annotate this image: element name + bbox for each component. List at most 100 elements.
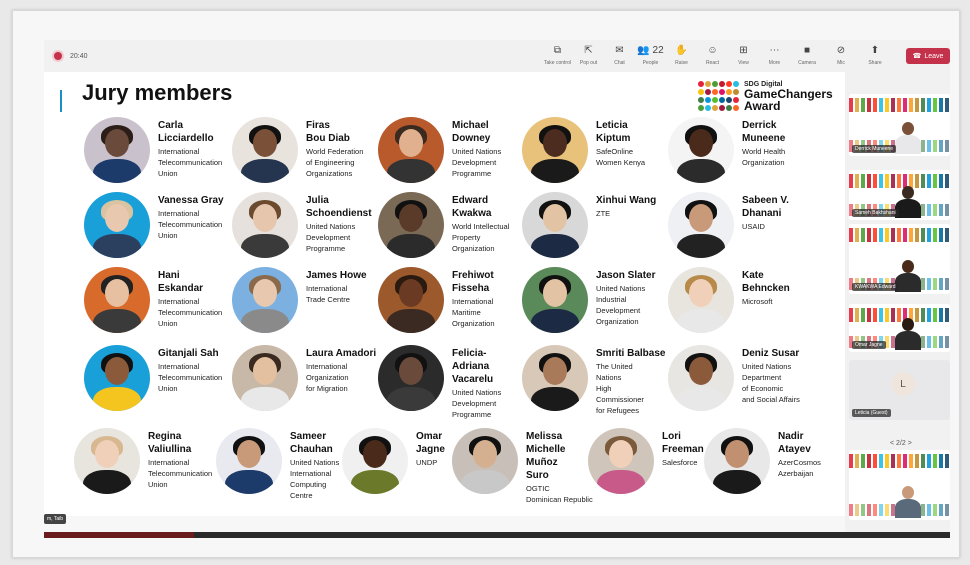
member-photo — [232, 192, 298, 258]
recording-icon — [54, 52, 62, 60]
toolbar-actions: ⧉ Take control ⇱ Pop out ✉ Chat 👥 22 People ✋ Rai… — [542, 45, 892, 66]
toolbar-button-label: Share — [868, 60, 882, 66]
member-photo — [668, 345, 734, 411]
member-photo — [522, 345, 588, 411]
chat-icon: ✉ — [615, 45, 624, 56]
member-name: Deniz Susar — [742, 348, 800, 359]
member-photo — [668, 192, 734, 258]
participant-video — [895, 122, 921, 154]
toolbar-button-label: Raise — [675, 60, 688, 66]
member-name: Smriti Balbase — [596, 348, 666, 359]
logo-title-line2: Award — [744, 99, 781, 113]
award-logo: SDG Digital GameChangers Award — [698, 80, 838, 114]
phone-hangup-icon: ☎ — [912, 53, 922, 60]
toolbar-button-label: More — [768, 60, 781, 66]
member-photo — [378, 192, 444, 258]
participant-tile[interactable]: Sameh Bakhshani — [849, 170, 950, 220]
raise-icon: ✋ — [675, 45, 688, 56]
member-name: James Howe — [306, 270, 367, 281]
toolbar-button-label: People — [642, 60, 659, 66]
toolbar-button-people[interactable]: 👥 22 People — [635, 45, 666, 66]
member-photo — [522, 267, 588, 333]
participant-avatar: L — [891, 372, 915, 396]
member-name: Jason Slater — [596, 270, 656, 281]
member-name: Gitanjali Sah — [158, 348, 219, 359]
member-name: Xinhui Wang — [596, 195, 657, 206]
participant-name: Sameh Bakhshani — [852, 209, 899, 217]
toolbar-button-take-control[interactable]: ⧉ Take control — [542, 45, 573, 66]
participant-name: Omar Jagne — [852, 341, 886, 349]
participant-name: KWAKWA Edward — [852, 283, 899, 291]
toolbar-button-view[interactable]: ⊞ View — [728, 45, 759, 66]
member-photo — [378, 345, 444, 411]
participant-name: Derrick Muneene — [852, 145, 897, 153]
member-name: Derrick Muneene — [742, 120, 786, 144]
member-photo — [704, 428, 770, 494]
participant-tile[interactable] — [849, 450, 950, 520]
member-photo — [232, 267, 298, 333]
member-organization: World Health Organization — [742, 147, 786, 167]
toolbar-button-label: Mic — [837, 60, 845, 66]
more-icon: ⋯ — [769, 45, 780, 56]
participant-gallery: < 2/2 > Derrick Muneene Sameh Bakhshani KW… — [845, 72, 950, 532]
member-name: Vanessa Gray — [158, 195, 224, 206]
member-photo — [668, 267, 734, 333]
member-photo — [84, 192, 150, 258]
take-control-icon: ⧉ — [553, 45, 562, 56]
member-organization: United Nations Department of Economic an… — [742, 362, 800, 404]
toolbar-button-pop-out[interactable]: ⇱ Pop out — [573, 45, 604, 66]
member-photo — [378, 267, 444, 333]
view-icon: ⊞ — [739, 45, 748, 56]
pop-out-icon: ⇱ — [584, 45, 593, 56]
member-photo — [84, 267, 150, 333]
bottom-strip — [44, 532, 950, 538]
people-icon: 👥 22 — [637, 45, 664, 56]
title-accent-bar — [60, 90, 62, 112]
toolbar-button-chat[interactable]: ✉ Chat — [604, 45, 635, 66]
toolbar-button-share[interactable]: ⬆ Share — [858, 45, 892, 66]
toolbar-button-label: React — [705, 60, 720, 66]
member-photo — [668, 117, 734, 183]
toolbar-button-label: Chat — [614, 60, 625, 66]
toolbar-button-label: Camera — [798, 60, 816, 66]
camera-icon: ■ — [803, 45, 811, 56]
toolbar-button-label: View — [738, 60, 749, 66]
member-name: Kate Behncken — [742, 270, 790, 294]
member-name: Laura Amadori — [306, 348, 377, 359]
toolbar-button-more[interactable]: ⋯ More — [759, 45, 790, 66]
participant-tile[interactable]: L Leticia (Guest) — [849, 360, 950, 420]
toolbar-button-mic[interactable]: ⊘ Mic — [824, 45, 858, 66]
participant-video — [895, 318, 921, 350]
toolbar-button-label: Pop out — [579, 60, 598, 66]
member-photo — [452, 428, 518, 494]
participant-video — [895, 486, 921, 518]
participant-tile[interactable]: Derrick Muneene — [849, 94, 950, 156]
mic-icon: ⊘ — [836, 45, 846, 56]
member-photo — [84, 117, 150, 183]
participant-name: Leticia (Guest) — [852, 409, 891, 417]
toolbar-button-label: Take control — [544, 60, 571, 66]
member-organization: USAID — [742, 222, 765, 231]
member-photo — [232, 345, 298, 411]
participant-tile[interactable]: Omar Jagne — [849, 304, 950, 352]
gallery-pager[interactable]: < 2/2 > — [890, 440, 912, 447]
leave-button[interactable]: ☎ Leave — [906, 48, 950, 64]
toolbar-button-camera[interactable]: ■ Camera — [790, 45, 824, 66]
member-photo — [588, 428, 654, 494]
toolbar-button-react[interactable]: ☺ React — [697, 45, 728, 66]
slide-title: Jury members — [82, 80, 233, 105]
participant-tile[interactable]: KWAKWA Edward — [849, 224, 950, 294]
member-photo — [522, 117, 588, 183]
meeting-toolbar: 20:40 ⧉ Take control ⇱ Pop out ✉ Chat 👥 22 Peop… — [44, 40, 950, 72]
member-photo — [232, 117, 298, 183]
participant-video — [895, 260, 921, 292]
member-photo — [342, 428, 408, 494]
member-photo — [74, 428, 140, 494]
shared-slide: Jury members SDG Digital GameChangers Aw… — [44, 72, 845, 516]
logo-title: GameChangers Award — [744, 88, 833, 112]
member-photo — [216, 428, 282, 494]
react-icon: ☺ — [707, 45, 718, 56]
toolbar-button-raise[interactable]: ✋ Raise — [666, 45, 697, 66]
member-organization: Microsoft — [742, 297, 773, 306]
meeting-timer: 20:40 — [70, 52, 88, 60]
